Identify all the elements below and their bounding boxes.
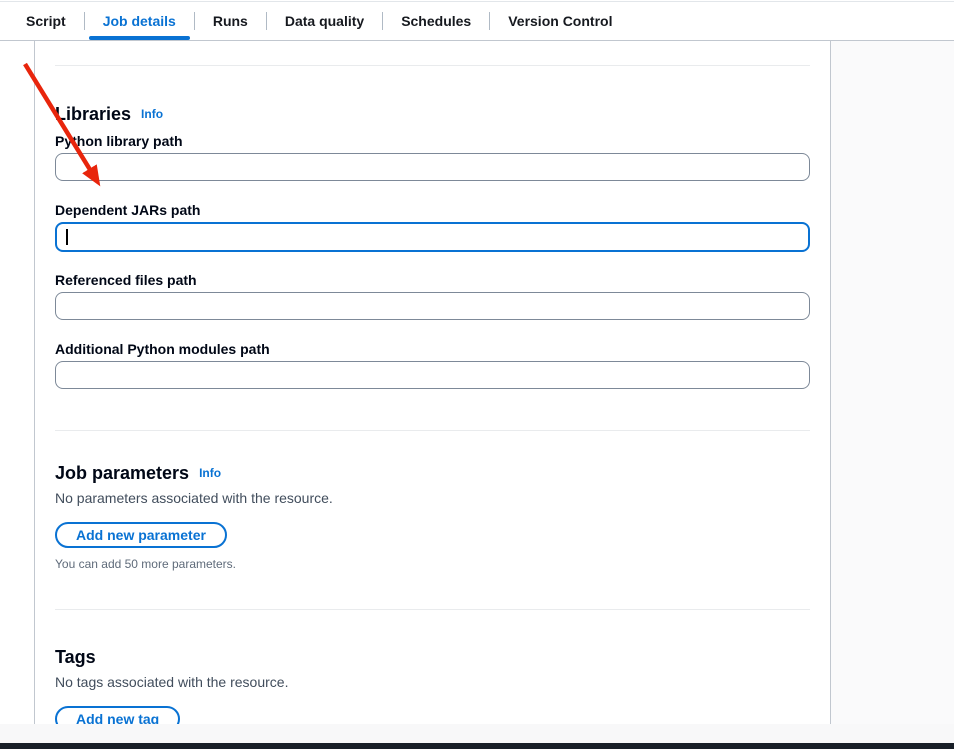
job-parameters-info-link[interactable]: Info (199, 466, 221, 480)
libraries-info-link[interactable]: Info (141, 107, 163, 121)
python-library-path-input[interactable] (55, 153, 810, 181)
section-divider (55, 65, 810, 66)
tags-section: Tags No tags associated with the resourc… (55, 646, 810, 724)
main-area: LibrariesInfo Python library path Depend… (0, 41, 954, 724)
tab-script[interactable]: Script (8, 2, 84, 40)
dependent-jars-path-input[interactable] (55, 222, 810, 252)
section-divider (55, 430, 810, 431)
job-parameters-section: Job parametersInfo No parameters associa… (55, 462, 810, 572)
dependent-jars-path-label: Dependent JARs path (55, 200, 810, 220)
parameters-limit-hint: You can add 50 more parameters. (55, 556, 810, 572)
tab-bar: Script Job details Runs Data quality Sch… (0, 2, 954, 41)
right-gutter (831, 41, 954, 724)
additional-python-modules-path-label: Additional Python modules path (55, 339, 810, 359)
bottom-strip (0, 724, 954, 743)
libraries-heading: LibrariesInfo (55, 103, 810, 125)
additional-python-modules-path-input-wrap (55, 361, 810, 389)
add-new-parameter-button[interactable]: Add new parameter (55, 522, 227, 548)
section-divider (55, 609, 810, 610)
tab-job-details[interactable]: Job details (85, 2, 194, 40)
footer-bar (0, 743, 954, 749)
job-parameters-empty-text: No parameters associated with the resour… (55, 488, 810, 508)
python-library-path-label: Python library path (55, 131, 810, 151)
add-new-tag-button[interactable]: Add new tag (55, 706, 180, 724)
tab-runs[interactable]: Runs (195, 2, 266, 40)
dependent-jars-path-input-wrap (55, 222, 810, 252)
referenced-files-path-label: Referenced files path (55, 270, 810, 290)
referenced-files-path-input-wrap (55, 292, 810, 320)
tags-heading: Tags (55, 646, 810, 668)
tags-empty-text: No tags associated with the resource. (55, 672, 810, 692)
job-parameters-heading: Job parametersInfo (55, 462, 810, 484)
additional-python-modules-path-input[interactable] (55, 361, 810, 389)
text-cursor (66, 229, 68, 245)
tab-schedules[interactable]: Schedules (383, 2, 489, 40)
job-details-panel: LibrariesInfo Python library path Depend… (34, 41, 831, 724)
referenced-files-path-input[interactable] (55, 292, 810, 320)
python-library-path-input-wrap (55, 153, 810, 181)
tab-version-control[interactable]: Version Control (490, 2, 630, 40)
tab-data-quality[interactable]: Data quality (267, 2, 382, 40)
libraries-section: LibrariesInfo Python library path Depend… (55, 103, 810, 389)
